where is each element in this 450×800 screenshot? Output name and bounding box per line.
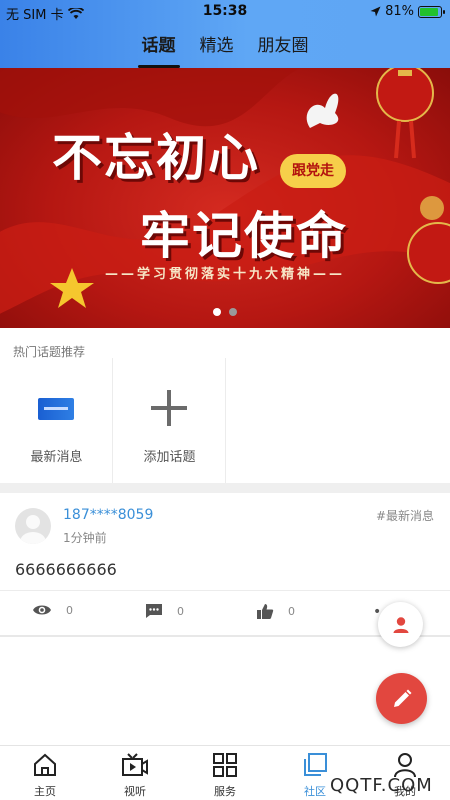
battery-percent: 81% <box>385 4 414 19</box>
comment-icon <box>146 604 162 618</box>
post-time: 1分钟前 <box>63 531 107 545</box>
pencil-icon <box>393 689 411 707</box>
banner-carousel[interactable]: 不忘初心 牢记使命 跟党走 ——学习贯彻落实十九大精神—— <box>0 68 450 328</box>
nav-home[interactable]: 主页 <box>0 746 90 800</box>
video-icon <box>122 753 148 776</box>
top-tabs: 话题 精选 朋友圈 <box>0 34 450 68</box>
banner-badge: 跟党走 <box>280 154 346 188</box>
user-icon <box>393 616 408 633</box>
topic-label: 最新消息 <box>30 450 83 465</box>
status-bar: 无 SIM 卡 15:38 81% <box>0 0 450 24</box>
views-stat[interactable]: 0 <box>32 603 73 617</box>
post-username[interactable]: 187****8059 <box>63 507 153 523</box>
add-topic-button[interactable]: 添加话题 <box>113 358 226 498</box>
tab-topics[interactable]: 话题 <box>137 34 180 68</box>
avatar[interactable] <box>15 508 51 544</box>
banner-title-line2: 牢记使命 <box>140 206 348 265</box>
carousel-dot-1[interactable] <box>213 308 221 316</box>
status-right: 81% <box>370 4 445 19</box>
nav-label: 服务 <box>214 785 236 798</box>
watermark: QQTF.COM <box>330 775 433 796</box>
comments-stat[interactable]: 0 <box>145 603 184 619</box>
compose-fab-button[interactable] <box>376 673 427 724</box>
nav-services[interactable]: 服务 <box>180 746 270 800</box>
banner-title-line1: 不忘初心 <box>52 128 260 187</box>
post-divider <box>0 590 450 591</box>
home-icon <box>34 753 56 776</box>
news-thumbnail-icon <box>38 398 74 420</box>
eye-icon <box>33 605 51 615</box>
hot-topics-section: 热门话题推荐 最新消息 添加话题 <box>0 328 450 498</box>
thumbs-up-icon <box>257 604 274 619</box>
nav-label: 主页 <box>34 785 56 798</box>
carousel-indicator <box>0 308 450 316</box>
location-arrow-icon <box>370 6 381 17</box>
likes-stat[interactable]: 0 <box>256 603 295 620</box>
app-header: 无 SIM 卡 15:38 81% 话题 精选 朋友圈 <box>0 0 450 68</box>
plus-icon <box>151 390 187 426</box>
battery-icon <box>418 5 445 18</box>
tab-featured[interactable]: 精选 <box>198 34 236 64</box>
grid-icon <box>213 753 237 777</box>
section-separator <box>0 483 450 493</box>
banner-slogan: ——学习贯彻落实十九大精神—— <box>104 267 345 282</box>
nav-label: 视听 <box>124 785 146 798</box>
carousel-dot-2[interactable] <box>229 308 237 316</box>
likes-count: 0 <box>288 605 295 618</box>
profile-fab-button[interactable] <box>378 602 423 647</box>
topic-latest-news[interactable]: 最新消息 <box>0 358 113 498</box>
nav-video[interactable]: 视听 <box>90 746 180 800</box>
tab-moments[interactable]: 朋友圈 <box>256 34 311 64</box>
topic-label: 添加话题 <box>143 450 196 465</box>
views-count: 0 <box>66 603 73 617</box>
post-tag[interactable]: #最新消息 <box>376 507 434 524</box>
post-content: 6666666666 <box>15 560 117 579</box>
comments-count: 0 <box>177 604 184 618</box>
community-icon <box>304 753 327 776</box>
